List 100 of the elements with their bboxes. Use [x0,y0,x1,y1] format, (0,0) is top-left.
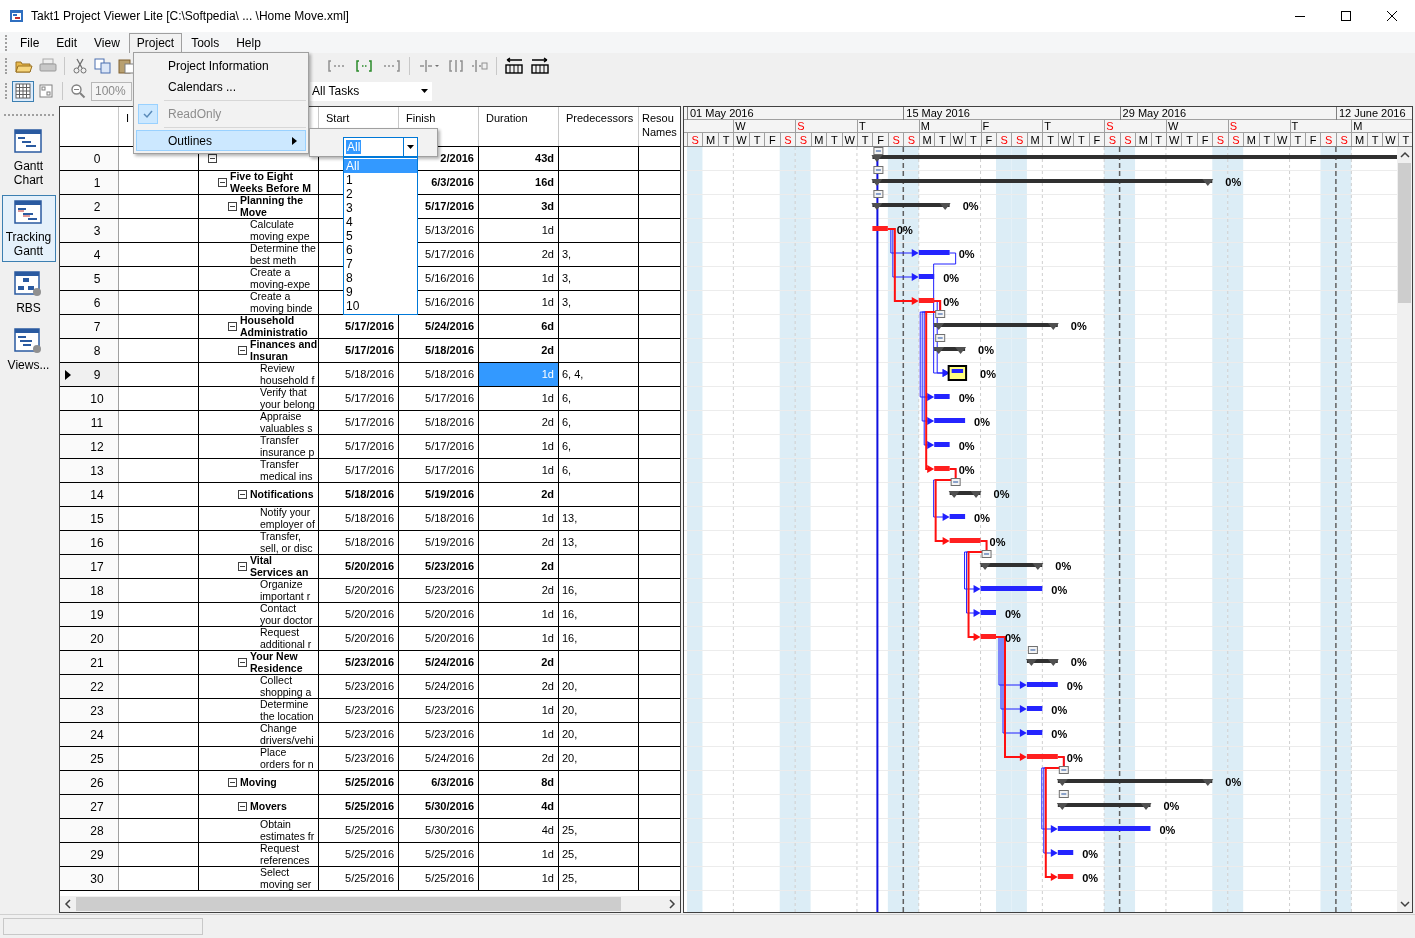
view-button[interactable]: Tracking Gantt [1,195,56,262]
row-header[interactable]: 0 [60,147,119,170]
list-option[interactable]: 10 [344,299,417,313]
row-header[interactable]: 3 [60,219,119,242]
list-option[interactable]: 5 [344,229,417,243]
summary-bar[interactable] [1056,779,1214,786]
column-header[interactable]: Start [319,107,350,125]
row-header[interactable]: 5 [60,267,119,290]
task-bar[interactable] [918,274,935,279]
list-option[interactable]: 2 [344,187,417,201]
collapse-icon[interactable] [208,154,217,163]
collapse-icon[interactable] [238,346,247,355]
scroll-thumb[interactable] [76,897,621,911]
scroll-right-icon[interactable] [666,898,678,910]
view-button[interactable]: Gantt Chart [1,124,56,191]
selected-task-bar[interactable] [947,365,968,381]
row-header[interactable]: 22 [60,675,119,698]
row-header[interactable]: 20 [60,627,119,650]
task-bar[interactable] [949,514,966,519]
list-option[interactable]: 8 [344,271,417,285]
column-header[interactable]: Predecessors [559,107,634,125]
menu-item[interactable]: File [12,32,48,53]
row-header[interactable]: 9 [60,363,119,386]
row-header[interactable]: 16 [60,531,119,554]
column-header[interactable]: Resou Names [639,107,680,139]
copy-icon[interactable] [94,58,112,74]
task-bar[interactable] [980,610,996,615]
task-bar[interactable] [980,586,1043,591]
task-bar[interactable] [1026,706,1043,711]
row-header[interactable]: 6 [60,291,119,314]
scroll-thumb[interactable] [1398,163,1411,303]
collapse-icon[interactable] [238,562,247,571]
task-bar[interactable] [1026,682,1058,687]
row-header[interactable]: 10 [60,387,119,410]
collapse-icon[interactable] [238,802,247,811]
row-header[interactable]: 27 [60,795,119,818]
row-header[interactable]: 26 [60,771,119,794]
row-header[interactable]: 14 [60,483,119,506]
row-header[interactable]: 23 [60,699,119,722]
row-header[interactable]: 8 [60,339,119,362]
bracket-both-icon[interactable] [355,58,373,74]
row-header[interactable]: 29 [60,843,119,866]
list-option[interactable]: 1 [344,173,417,187]
view-button[interactable]: RBS [1,266,56,319]
summary-bar[interactable] [871,203,951,210]
layout-icon[interactable] [38,83,54,99]
summary-bar[interactable] [871,155,1397,162]
summary-bar[interactable] [871,179,1214,186]
filter-dropdown[interactable]: All Tasks [310,81,432,101]
scroll-down-icon[interactable] [1398,898,1411,910]
open-folder-icon[interactable] [15,58,33,74]
row-header[interactable]: 21 [60,651,119,674]
row-header[interactable]: 11 [60,411,119,434]
menu-item[interactable]: View [86,32,128,53]
table-left-arrow-icon[interactable] [504,57,524,75]
menu-item[interactable]: Outlines [136,130,306,151]
menu-item[interactable]: Tools [183,32,228,53]
list-option[interactable]: 6 [344,243,417,257]
task-bar[interactable] [1026,730,1043,735]
row-header[interactable]: 18 [60,579,119,602]
menu-item[interactable]: Project [128,32,183,53]
summary-bar[interactable] [1025,659,1059,666]
grid-view-button[interactable] [12,80,34,102]
view-button[interactable]: Views... [1,323,56,376]
summary-bar[interactable] [933,347,967,354]
task-bar[interactable] [1057,850,1074,855]
collapse-icon[interactable] [238,490,247,499]
collapse-icon[interactable] [228,322,237,331]
row-header[interactable]: 13 [60,459,119,482]
column-header[interactable]: Finish [399,107,436,125]
row-header[interactable]: 15 [60,507,119,530]
list-option[interactable]: 7 [344,257,417,271]
collapse-icon[interactable] [218,178,227,187]
zoom-out-icon[interactable] [70,83,86,99]
row-header[interactable]: 7 [60,315,119,338]
task-bar[interactable] [1057,874,1074,879]
row-header[interactable]: 17 [60,555,119,578]
row-header[interactable]: 28 [60,819,119,842]
table-right-arrow-icon[interactable] [530,57,550,75]
row-header[interactable]: 2 [60,195,119,218]
row-header[interactable]: 24 [60,723,119,746]
list-option[interactable]: 9 [344,285,417,299]
menu-item[interactable]: Project Information [136,55,306,76]
summary-bar[interactable] [979,563,1044,570]
list-option[interactable]: 3 [344,201,417,215]
row-header[interactable]: 1 [60,171,119,194]
column-header[interactable]: I [119,107,130,125]
row-header[interactable]: 30 [60,867,119,890]
row-header[interactable]: 12 [60,435,119,458]
menu-item[interactable]: Calendars ... [136,76,306,97]
summary-bar[interactable] [933,323,1059,330]
collapse-icon[interactable] [228,202,237,211]
collapse-icon[interactable] [228,778,237,787]
scroll-left-icon[interactable] [62,898,74,910]
row-header[interactable]: 19 [60,603,119,626]
column-header[interactable]: Duration [479,107,528,125]
menu-item[interactable]: Edit [48,32,86,53]
summary-bar[interactable] [1056,803,1152,810]
task-bar[interactable] [934,418,966,423]
task-bar[interactable] [918,250,950,255]
